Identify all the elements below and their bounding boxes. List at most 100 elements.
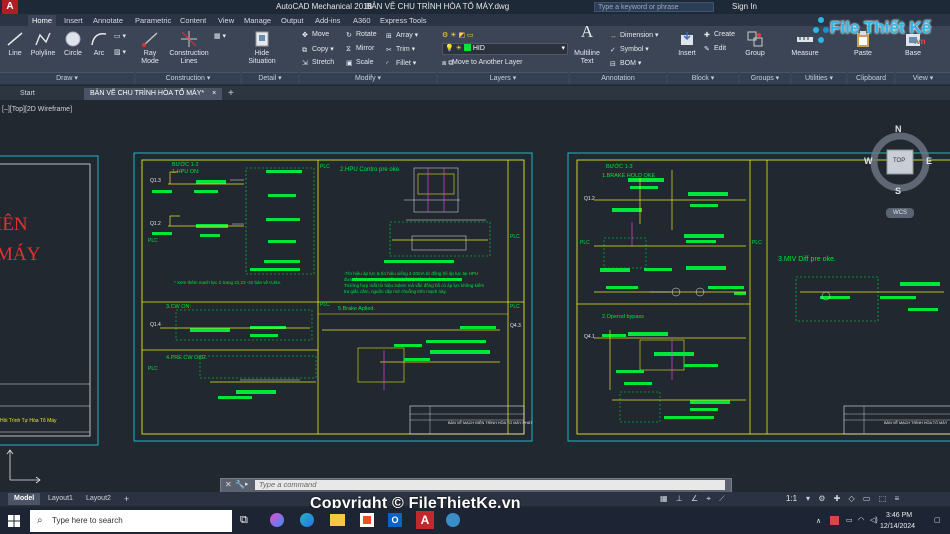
hide-situation-button[interactable]: Hide Situation	[244, 30, 280, 66]
close-icon[interactable]: ×	[212, 90, 216, 97]
fillet-button[interactable]: ◜ Fillet ▾	[386, 59, 416, 68]
scale-button[interactable]: ▣ Scale	[346, 59, 374, 67]
outlook-icon[interactable]: O	[388, 513, 402, 527]
status-settings-icons[interactable]: ▾ ⚙ ✚ ◇ ▭ ⬚ ≡	[806, 494, 902, 503]
draw-panel-label[interactable]: Draw ▾	[0, 72, 134, 84]
layout1-tab[interactable]: Layout1	[42, 493, 79, 505]
rotate-button[interactable]: ↻ Rotate	[346, 31, 377, 39]
draw-hatch-tools[interactable]: ▨ ▾	[114, 48, 126, 56]
tab-content[interactable]: Content	[176, 15, 210, 26]
annotation-scale[interactable]: 1:1	[786, 494, 797, 503]
drawing-canvas[interactable]: BƯỚC 1-2 1.HPU ON: 2.HPU Contro pre oke.…	[0, 100, 950, 493]
tray-chevron-icon[interactable]: ∧	[816, 517, 821, 525]
utilities-panel-label[interactable]: Utilities ▾	[792, 72, 846, 84]
modify-panel-label[interactable]: Modify ▾	[300, 72, 436, 84]
arc-button[interactable]: Arc	[88, 30, 110, 58]
line-button[interactable]: Line	[4, 30, 26, 58]
construction-dropdown[interactable]: ▦ ▾	[214, 32, 226, 40]
drawing-tab[interactable]: BẢN VẼ CHU TRÌNH HÒA TỔ MÁY* ×	[84, 88, 223, 100]
tab-express-tools[interactable]: Express Tools	[376, 15, 431, 26]
clipboard-panel-label[interactable]: Clipboard	[848, 72, 894, 84]
tab-addins[interactable]: Add-ins	[311, 15, 344, 26]
start-tab[interactable]: Start	[14, 88, 41, 100]
clock-time[interactable]: 3:46 PM	[886, 512, 912, 519]
tab-view[interactable]: View	[214, 15, 238, 26]
tab-manage[interactable]: Manage	[240, 15, 275, 26]
groups-panel-label[interactable]: Groups ▾	[740, 72, 790, 84]
viewcube-west[interactable]: W	[864, 156, 873, 166]
construction-lines-button[interactable]: Construction Lines	[166, 30, 212, 66]
layers-panel-label[interactable]: Layers ▾	[438, 72, 568, 84]
autocad-taskbar-icon[interactable]: A	[416, 511, 434, 529]
wrench-icon[interactable]: 🔧	[235, 480, 245, 489]
sign-in-link[interactable]: Sign In	[732, 2, 757, 11]
create-block-button[interactable]: ✚ Create	[704, 31, 735, 39]
tab-a360[interactable]: A360	[349, 15, 375, 26]
keyword-search-input[interactable]: Type a keyword or phrase	[594, 2, 714, 12]
polyline-button[interactable]: Polyline	[28, 30, 58, 58]
stretch-button[interactable]: ⇲ Stretch	[302, 59, 334, 67]
new-tab-button[interactable]: +	[222, 88, 240, 100]
detail-panel-label[interactable]: Detail ▾	[242, 72, 298, 84]
viewcube-north[interactable]: N	[895, 124, 902, 134]
multiline-text-button[interactable]: A Multiline Text	[572, 23, 602, 66]
block-panel-label[interactable]: Block ▾	[668, 72, 738, 84]
layout2-tab[interactable]: Layout2	[80, 493, 117, 505]
wifi-icon[interactable]: ◠	[858, 516, 864, 524]
view-panel-label[interactable]: View ▾	[896, 72, 950, 84]
status-toggle-icons[interactable]: ▦ ⊥ ∠ ⌖ ⟋	[660, 494, 728, 504]
clock-date[interactable]: 12/14/2024	[880, 523, 915, 530]
volume-icon[interactable]: ◁)	[870, 516, 878, 524]
model-tab[interactable]: Model	[8, 493, 41, 505]
tab-output[interactable]: Output	[277, 15, 308, 26]
file-explorer-icon[interactable]	[330, 514, 345, 526]
store-icon[interactable]	[360, 513, 374, 527]
viewcube-east[interactable]: E	[926, 156, 932, 166]
close-icon[interactable]: ✕	[225, 480, 232, 489]
left-sheet[interactable]	[0, 155, 99, 446]
network-icon[interactable]: ▭	[846, 516, 853, 524]
add-layout-button[interactable]: +	[118, 493, 135, 505]
move-button[interactable]: ✥ Move	[302, 31, 329, 39]
edit-block-button[interactable]: ✎ Edit	[704, 45, 726, 53]
mid-note2: -Tín hiệu áp lực & tín hiệu xiếng 4-20mA…	[344, 271, 479, 276]
taskbar-search-input[interactable]: ⌕ Type here to search	[30, 510, 232, 532]
copilot-icon[interactable]	[270, 513, 284, 527]
windows-start-icon[interactable]	[8, 515, 20, 527]
viewcube-south[interactable]: S	[895, 186, 901, 196]
edge-icon[interactable]	[300, 513, 314, 527]
draw-more-tools[interactable]: ▭ ▾	[114, 32, 126, 40]
annotation-panel-label[interactable]: Annotation	[570, 72, 666, 84]
autocad-logo-icon[interactable]: A	[2, 0, 18, 14]
symbol-button[interactable]: ✓ Symbol ▾	[610, 45, 649, 54]
tab-annotate[interactable]: Annotate	[89, 15, 127, 26]
middle-sheet[interactable]	[133, 152, 533, 442]
trim-button[interactable]: ✂ Trim ▾	[386, 45, 415, 54]
copy-button[interactable]: ⧉ Copy ▾	[302, 45, 334, 55]
layer-dropdown[interactable]: 💡 ☀ HID ▾	[442, 43, 568, 55]
viewcube[interactable]: N S W E TOP WCS	[864, 124, 938, 224]
mirror-button[interactable]: ⧖ Mirror	[346, 45, 374, 54]
task-view-icon[interactable]: ⧉	[240, 514, 248, 527]
array-button[interactable]: ⊞ Array ▾	[386, 31, 418, 40]
construction-panel-label[interactable]: Construction ▾	[136, 72, 240, 84]
wcs-menu[interactable]: WCS	[886, 208, 914, 218]
tray-app-icon[interactable]	[830, 516, 839, 525]
layer-tools-icons[interactable]: ⚙ ☀ ◩ ▭	[442, 31, 474, 39]
move-to-layer-button[interactable]: ⧈ ⧉Move to Another Layer	[442, 59, 522, 68]
command-input[interactable]: Type a command	[255, 480, 725, 490]
circle-button[interactable]: Circle	[60, 30, 86, 58]
tab-home[interactable]: Home	[28, 15, 57, 26]
tab-insert[interactable]: Insert	[60, 15, 87, 26]
group-button[interactable]: Group	[742, 30, 768, 58]
notification-icon[interactable]: ▢	[934, 516, 941, 524]
viewport-controls[interactable]: [–][Top][2D Wireframe]	[2, 106, 72, 113]
ray-mode-button[interactable]: Ray Mode	[138, 30, 162, 66]
bom-button[interactable]: ⊟ BOM ▾	[610, 59, 641, 68]
app-taskbar-icon[interactable]	[446, 513, 460, 527]
insert-block-button[interactable]: Insert	[674, 30, 700, 58]
filethietke-logo: File Thiết Kế .vn	[812, 16, 944, 48]
viewcube-top[interactable]: TOP	[893, 158, 905, 164]
tab-parametric[interactable]: Parametric	[131, 15, 175, 26]
dimension-button[interactable]: ↔ Dimension ▾	[610, 31, 659, 41]
